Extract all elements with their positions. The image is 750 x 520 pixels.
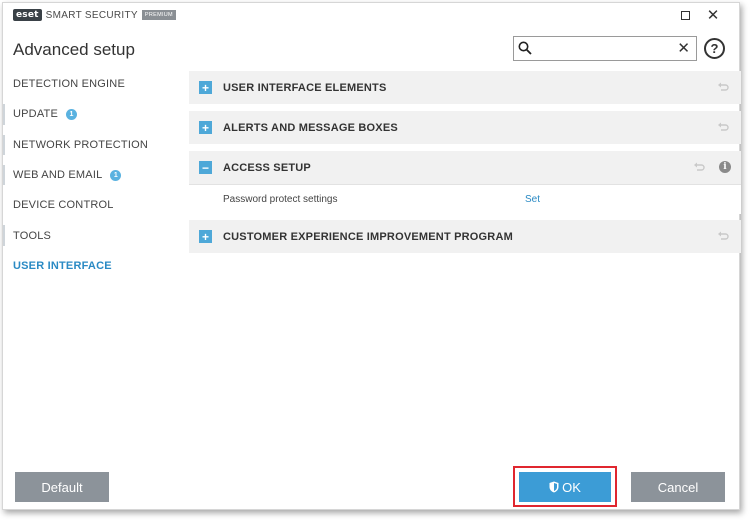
cancel-button[interactable]: Cancel xyxy=(631,472,725,502)
revert-icon[interactable] xyxy=(717,81,729,93)
search-input[interactable] xyxy=(536,39,674,58)
section-title: CUSTOMER EXPERIENCE IMPROVEMENT PROGRAM xyxy=(223,230,513,243)
revert-icon[interactable] xyxy=(693,161,705,173)
sidebar-item-label: NETWORK PROTECTION xyxy=(13,138,148,151)
expand-icon[interactable]: + xyxy=(199,81,212,94)
sidebar-item-network-protection[interactable]: NETWORK PROTECTION xyxy=(3,130,185,160)
help-icon[interactable]: ? xyxy=(704,38,725,59)
sidebar-item-label: DETECTION ENGINE xyxy=(13,78,125,91)
sidebar-item-label: UPDATE xyxy=(13,108,59,121)
revert-icon[interactable] xyxy=(717,121,729,133)
setting-label: Password protect settings xyxy=(223,194,338,205)
section-user-interface-elements[interactable]: + USER INTERFACE ELEMENTS xyxy=(189,71,741,104)
ok-label: OK xyxy=(562,479,581,495)
setting-row-password-protect: Password protect settings Set xyxy=(189,184,741,214)
revert-icon[interactable] xyxy=(717,230,729,242)
sidebar-item-label: DEVICE CONTROL xyxy=(13,199,114,212)
search-box[interactable]: ✕ xyxy=(513,36,697,61)
sidebar-item-web-and-email[interactable]: WEB AND EMAIL 1 xyxy=(3,160,185,190)
eset-logo: eset xyxy=(13,9,42,21)
edition-badge: PREMIUM xyxy=(141,10,176,20)
ok-button[interactable]: OK xyxy=(519,472,611,502)
sidebar-item-label: USER INTERFACE xyxy=(13,259,112,272)
section-customer-experience-improvement-program[interactable]: + CUSTOMER EXPERIENCE IMPROVEMENT PROGRA… xyxy=(189,220,741,253)
notification-badge: 1 xyxy=(66,108,78,120)
sidebar-item-update[interactable]: UPDATE 1 xyxy=(3,99,185,129)
section-title: USER INTERFACE ELEMENTS xyxy=(223,81,387,94)
sidebar-item-detection-engine[interactable]: DETECTION ENGINE xyxy=(3,69,185,99)
product-logo: eset SMART SECURITY PREMIUM xyxy=(13,9,176,21)
title-bar: eset SMART SECURITY PREMIUM ✕ xyxy=(3,3,739,27)
sidebar: DETECTION ENGINE UPDATE 1 NETWORK PROTEC… xyxy=(3,69,185,281)
set-password-link[interactable]: Set xyxy=(525,194,540,205)
notification-badge: 1 xyxy=(110,169,122,181)
section-alerts-and-message-boxes[interactable]: + ALERTS AND MESSAGE BOXES xyxy=(189,111,741,144)
product-name: SMART SECURITY xyxy=(45,9,138,21)
sidebar-item-tools[interactable]: TOOLS xyxy=(3,220,185,250)
maximize-icon xyxy=(680,10,690,20)
info-icon[interactable]: i xyxy=(719,161,731,173)
close-icon: ✕ xyxy=(706,7,720,24)
maximize-button[interactable] xyxy=(675,7,695,23)
sidebar-item-device-control[interactable]: DEVICE CONTROL xyxy=(3,190,185,220)
page-title: Advanced setup xyxy=(13,40,135,59)
settings-content: + USER INTERFACE ELEMENTS + ALERTS AND M… xyxy=(189,71,741,260)
advanced-setup-window: eset SMART SECURITY PREMIUM ✕ Advanced s… xyxy=(2,2,741,510)
default-button[interactable]: Default xyxy=(15,472,109,502)
clear-icon[interactable]: ✕ xyxy=(677,39,690,57)
expand-icon[interactable]: + xyxy=(199,121,212,134)
expand-icon[interactable]: + xyxy=(199,230,212,243)
section-title: ACCESS SETUP xyxy=(223,161,311,174)
section-access-setup[interactable]: − ACCESS SETUP i xyxy=(189,151,741,184)
close-button[interactable]: ✕ xyxy=(703,7,723,24)
sidebar-item-user-interface[interactable]: USER INTERFACE xyxy=(3,251,185,281)
shield-icon xyxy=(549,481,559,493)
search-icon xyxy=(518,41,532,55)
sidebar-item-label: WEB AND EMAIL xyxy=(13,169,103,182)
section-title: ALERTS AND MESSAGE BOXES xyxy=(223,121,398,134)
collapse-icon[interactable]: − xyxy=(199,161,212,174)
sidebar-item-label: TOOLS xyxy=(13,229,52,242)
